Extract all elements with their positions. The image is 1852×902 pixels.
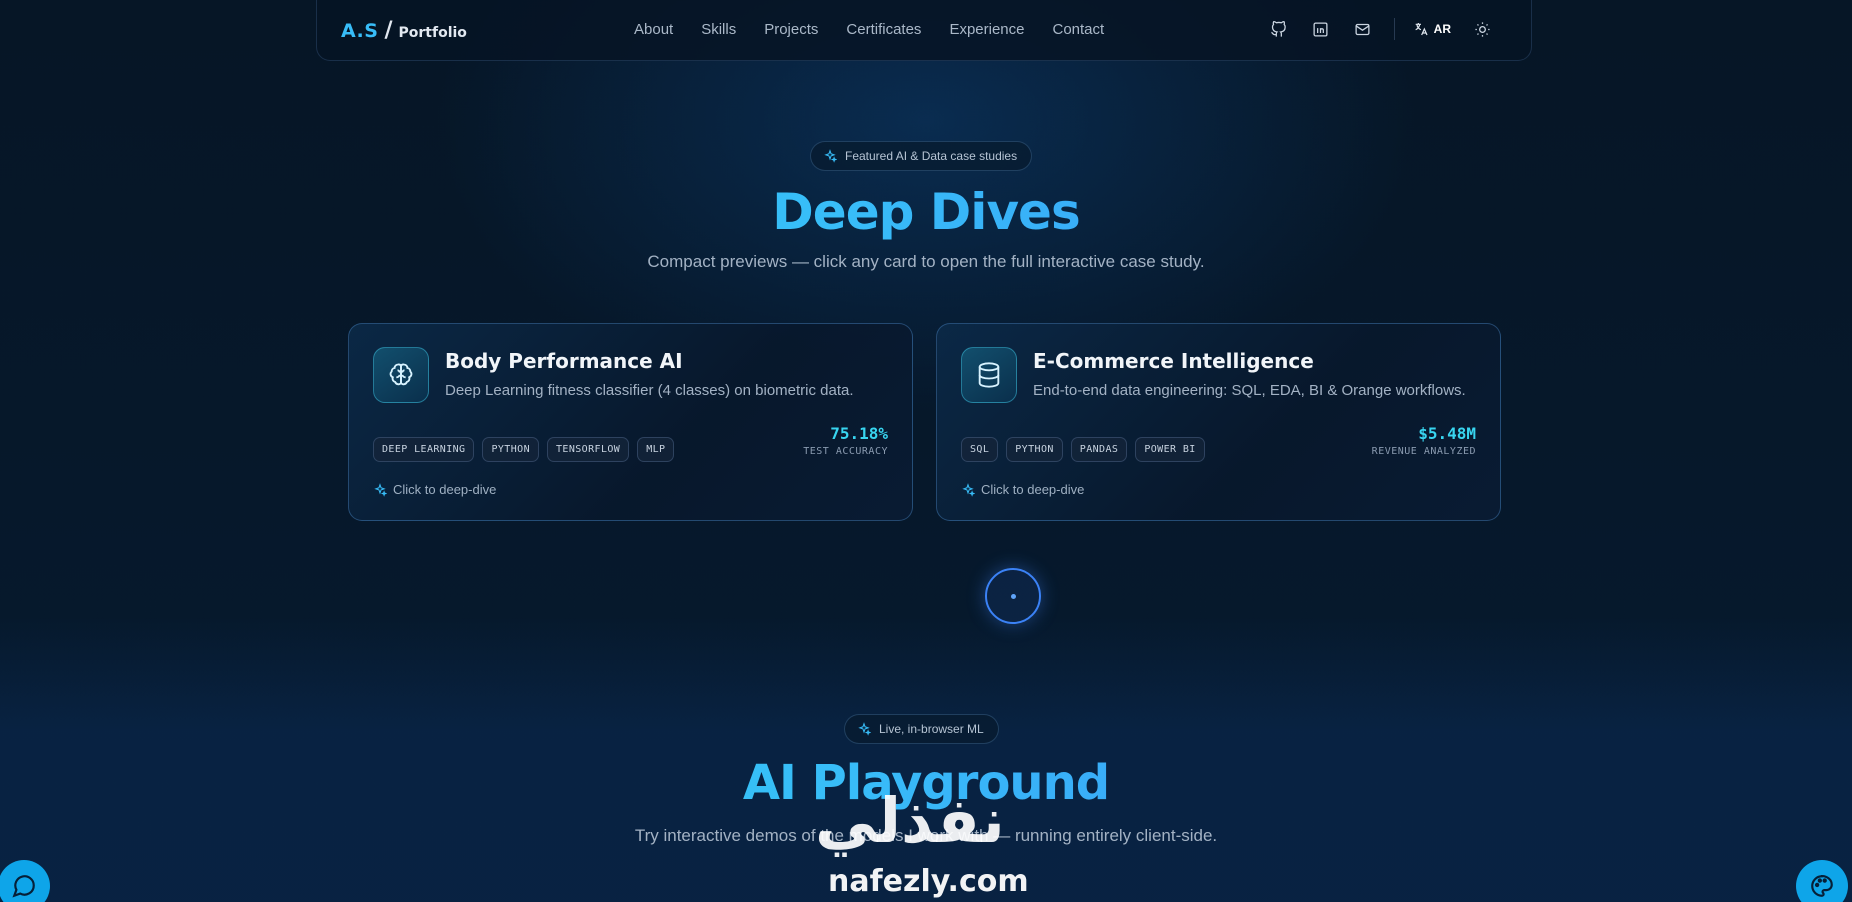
tag: PYTHON bbox=[482, 437, 539, 462]
tag: POWER BI bbox=[1135, 437, 1205, 462]
nav-actions: AR bbox=[1248, 18, 1493, 40]
metric-label: TEST ACCURACY bbox=[803, 446, 888, 457]
watermark-arabic: نفذلي bbox=[815, 784, 1005, 857]
playground-badge: Live, in-browser ML bbox=[844, 714, 999, 744]
logo-text: Portfolio bbox=[398, 25, 467, 41]
case-study-card-body-performance[interactable]: Body Performance AI Deep Learning fitnes… bbox=[348, 323, 913, 521]
brain-icon bbox=[373, 347, 429, 403]
card-tags: DEEP LEARNING PYTHON TENSORFLOW MLP bbox=[373, 437, 682, 462]
tag: SQL bbox=[961, 437, 999, 462]
metric-label: REVENUE ANALYZED bbox=[1371, 446, 1476, 457]
deep-dives-badge: Featured AI & Data case studies bbox=[810, 141, 1033, 171]
sun-icon[interactable] bbox=[1471, 18, 1493, 40]
chat-icon bbox=[12, 875, 35, 898]
card-cta-text: Click to deep-dive bbox=[393, 482, 497, 497]
sparkle-icon bbox=[962, 482, 975, 497]
top-navbar: A.S / Portfolio About Skills Projects Ce… bbox=[316, 0, 1532, 61]
deep-dives-badge-text: Featured AI & Data case studies bbox=[845, 149, 1018, 163]
card-description: Deep Learning fitness classifier (4 clas… bbox=[445, 382, 854, 399]
nav-divider bbox=[1393, 18, 1395, 40]
nav-link-experience[interactable]: Experience bbox=[949, 21, 1024, 38]
nav-link-contact[interactable]: Contact bbox=[1052, 21, 1104, 38]
tag: DEEP LEARNING bbox=[373, 437, 475, 462]
nav-links: About Skills Projects Certificates Exper… bbox=[634, 21, 1132, 38]
watermark-text: nafezly.com bbox=[828, 864, 1029, 899]
card-metric: $5.48M REVENUE ANALYZED bbox=[1372, 424, 1476, 457]
tag: PYTHON bbox=[1006, 437, 1063, 462]
sparkle-icon bbox=[824, 149, 837, 163]
logo-slash: / bbox=[384, 18, 393, 43]
scroll-indicator[interactable] bbox=[985, 568, 1041, 624]
case-study-card-ecommerce[interactable]: E-Commerce Intelligence End-to-end data … bbox=[936, 323, 1501, 521]
card-tags: SQL PYTHON PANDAS POWER BI bbox=[961, 437, 1213, 462]
mail-icon[interactable] bbox=[1352, 18, 1374, 40]
card-cta[interactable]: Click to deep-dive bbox=[373, 482, 496, 497]
nav-link-certificates[interactable]: Certificates bbox=[846, 21, 921, 38]
deep-dives-title: Deep Dives bbox=[0, 183, 1852, 241]
card-title: Body Performance AI bbox=[445, 349, 683, 373]
palette-icon bbox=[1811, 874, 1833, 897]
card-title: E-Commerce Intelligence bbox=[1033, 349, 1314, 373]
card-cta-text: Click to deep-dive bbox=[981, 482, 1085, 497]
sparkle-icon bbox=[374, 482, 387, 497]
sparkle-icon bbox=[858, 722, 871, 736]
playground-badge-text: Live, in-browser ML bbox=[879, 722, 984, 736]
nav-link-about[interactable]: About bbox=[634, 21, 673, 38]
card-metric: 75.18% TEST ACCURACY bbox=[803, 424, 888, 457]
card-cta[interactable]: Click to deep-dive bbox=[961, 482, 1084, 497]
translate-icon bbox=[1415, 23, 1428, 36]
language-label: AR bbox=[1433, 22, 1451, 36]
linkedin-icon[interactable] bbox=[1310, 18, 1332, 40]
tag: MLP bbox=[637, 437, 675, 462]
site-logo[interactable]: A.S / Portfolio bbox=[341, 18, 467, 43]
database-icon bbox=[961, 347, 1017, 403]
card-description: End-to-end data engineering: SQL, EDA, B… bbox=[1033, 382, 1466, 399]
github-icon[interactable] bbox=[1268, 18, 1290, 40]
tag: PANDAS bbox=[1070, 437, 1128, 462]
metric-value: $5.48M bbox=[1418, 424, 1476, 443]
tag: TENSORFLOW bbox=[547, 437, 630, 462]
logo-initials: A.S bbox=[341, 20, 379, 42]
nav-link-skills[interactable]: Skills bbox=[701, 21, 736, 38]
metric-value: 75.18% bbox=[830, 424, 888, 443]
deep-dives-subtitle: Compact previews — click any card to ope… bbox=[647, 252, 1205, 271]
language-toggle[interactable]: AR bbox=[1413, 21, 1451, 37]
nav-link-projects[interactable]: Projects bbox=[764, 21, 818, 38]
